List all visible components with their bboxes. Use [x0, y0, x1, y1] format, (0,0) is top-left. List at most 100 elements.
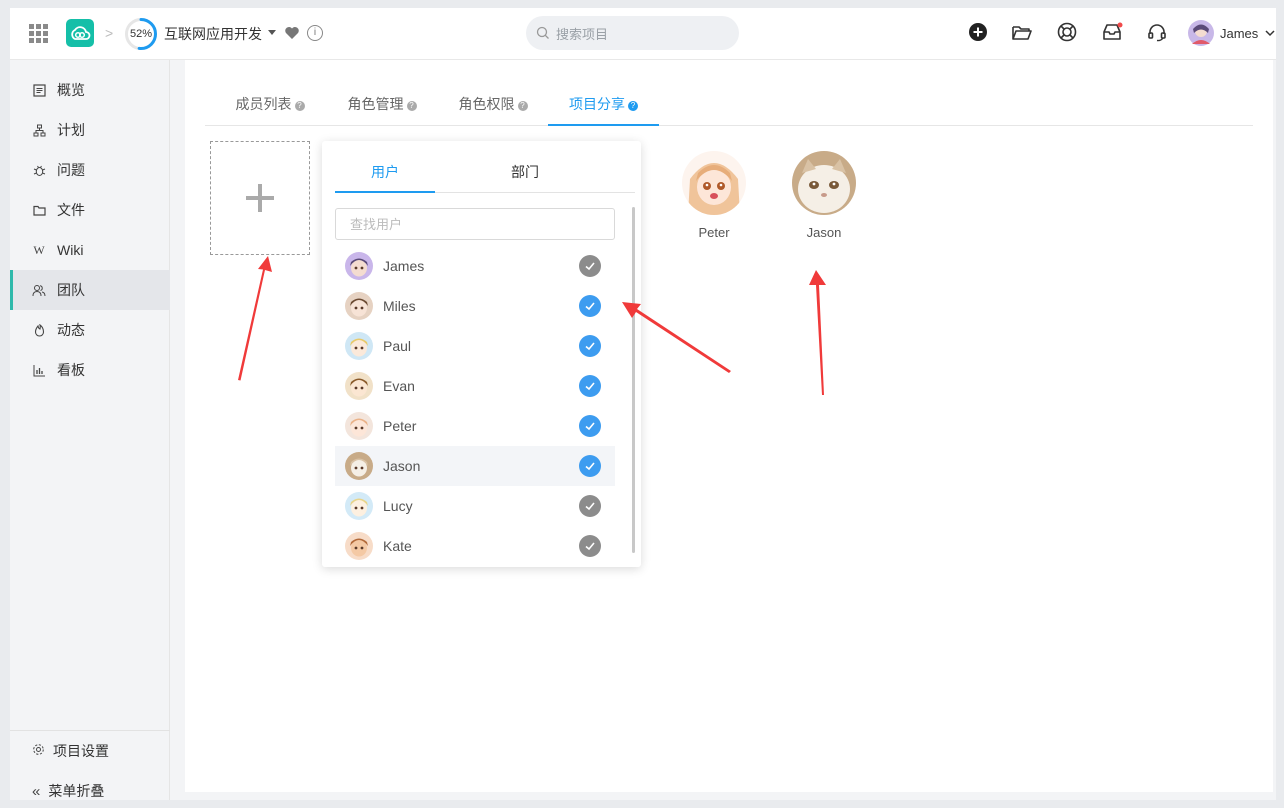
bug-icon [32, 163, 46, 177]
plus-circle-icon[interactable] [967, 21, 989, 43]
sidebar-item-label: 文件 [57, 202, 85, 218]
avatar [345, 332, 373, 360]
chevron-right-icon: > [105, 25, 114, 41]
check-circle-icon[interactable] [579, 255, 601, 277]
sidebar-item-files[interactable]: 文件 [10, 190, 170, 230]
check-circle-icon[interactable] [579, 335, 601, 357]
check-circle-icon[interactable] [579, 535, 601, 557]
user-option-jason[interactable]: Jason [335, 446, 615, 486]
tab-role-management[interactable]: 角色管理? [335, 90, 429, 126]
member-name: Jason [806, 225, 842, 240]
check-circle-icon[interactable] [579, 455, 601, 477]
sidebar-item-label: Wiki [57, 242, 84, 258]
tab-label: 项目分享 [569, 96, 625, 112]
lifebuoy-icon[interactable] [1056, 21, 1078, 43]
help-icon: ? [517, 101, 528, 111]
avatar [345, 372, 373, 400]
search-icon [536, 26, 549, 39]
avatar [345, 492, 373, 520]
sidebar-item-label: 动态 [57, 322, 85, 338]
tab-role-permissions[interactable]: 角色权限? [446, 90, 540, 126]
help-icon: ? [294, 101, 305, 111]
app-window: > 52% 互联网应用开发 i 搜索项目 James 概览 计划 问题 文件 W… [10, 8, 1276, 800]
heart-icon[interactable] [284, 25, 300, 41]
user-option-paul[interactable]: Paul [335, 326, 615, 366]
user-option-name: Paul [383, 338, 412, 354]
sidebar-item-activity[interactable]: 动态 [10, 310, 170, 350]
plan-icon [32, 123, 46, 137]
member-card-peter[interactable]: Peter [674, 151, 754, 240]
sidebar-item-overview[interactable]: 概览 [10, 70, 170, 110]
user-option-miles[interactable]: Miles [335, 286, 615, 326]
tab-member-list[interactable]: 成员列表? [223, 90, 317, 126]
sidebar-item-label: 问题 [57, 162, 85, 178]
project-name[interactable]: 互联网应用开发 [164, 24, 262, 44]
sidebar-item-issues[interactable]: 问题 [10, 150, 170, 190]
apps-grid-icon[interactable] [29, 24, 48, 43]
headset-icon[interactable] [1146, 21, 1168, 43]
tab-label: 角色管理 [347, 96, 404, 112]
main-panel: 成员列表? 角色管理? 角色权限? 项目分享? Peter Jason 用户 部… [185, 60, 1273, 792]
gear-icon [32, 743, 45, 759]
user-option-peter[interactable]: Peter [335, 406, 615, 446]
user-menu[interactable]: James [1188, 20, 1276, 46]
user-option-name: Kate [383, 538, 412, 554]
info-icon[interactable]: i [307, 25, 323, 41]
chevron-down-icon [1265, 30, 1275, 37]
project-settings-label: 项目设置 [53, 743, 109, 759]
sidebar-item-label: 计划 [57, 122, 85, 138]
folder-icon [32, 203, 46, 217]
check-circle-icon[interactable] [579, 495, 601, 517]
top-header: > 52% 互联网应用开发 i 搜索项目 James [10, 8, 1276, 60]
sidebar-item-label: 概览 [57, 82, 85, 98]
popover-tab-bar: 用户 部门 [335, 157, 635, 193]
add-member-button[interactable] [210, 141, 310, 255]
sidebar: 概览 计划 问题 文件 W Wiki 团队 动态 看板 项目设置 « 菜单折叠 [10, 60, 170, 800]
sidebar-footer: 项目设置 « 菜单折叠 [10, 730, 170, 800]
user-option-lucy[interactable]: Lucy [335, 486, 615, 526]
avatar [792, 151, 856, 215]
progress-text: 52% [129, 28, 153, 40]
tab-departments[interactable]: 部门 [475, 157, 575, 193]
scrollbar[interactable] [632, 207, 635, 553]
sidebar-item-label: 团队 [57, 282, 85, 298]
folder-open-icon[interactable] [1011, 21, 1033, 43]
tab-bar: 成员列表? 角色管理? 角色权限? 项目分享? [205, 90, 1253, 126]
sidebar-item-wiki[interactable]: W Wiki [10, 230, 170, 270]
collapse-menu-label: 菜单折叠 [48, 783, 105, 799]
user-name: James [1220, 25, 1259, 41]
user-option-evan[interactable]: Evan [335, 366, 615, 406]
user-search-input[interactable] [335, 208, 615, 240]
check-circle-icon[interactable] [579, 375, 601, 397]
team-icon [32, 283, 46, 297]
caret-down-icon[interactable] [268, 30, 276, 35]
sidebar-item-board[interactable]: 看板 [10, 350, 170, 390]
avatar [345, 252, 373, 280]
chart-icon [32, 363, 46, 377]
inbox-icon[interactable] [1101, 21, 1123, 43]
tab-label: 成员列表 [235, 96, 292, 112]
sidebar-item-plan[interactable]: 计划 [10, 110, 170, 150]
tab-project-share[interactable]: 项目分享? [548, 90, 659, 126]
avatar [345, 412, 373, 440]
help-icon: ? [628, 101, 638, 111]
user-option-james[interactable]: James [335, 246, 615, 286]
avatar [345, 532, 373, 560]
avatar [345, 452, 373, 480]
overview-icon [32, 83, 46, 97]
avatar [682, 151, 746, 215]
sidebar-item-team[interactable]: 团队 [10, 270, 170, 310]
plus-icon [246, 184, 274, 212]
check-circle-icon[interactable] [579, 415, 601, 437]
check-circle-icon[interactable] [579, 295, 601, 317]
user-option-kate[interactable]: Kate [335, 526, 615, 561]
member-card-jason[interactable]: Jason [784, 151, 864, 240]
avatar [1188, 20, 1214, 46]
search-box[interactable]: 搜索项目 [526, 16, 739, 50]
cloud-logo-icon[interactable] [66, 19, 94, 47]
user-list: James Miles Paul Evan Peter Jason Lucy Kate [335, 245, 615, 561]
project-settings-button[interactable]: 项目设置 [10, 731, 170, 771]
collapse-menu-button[interactable]: « 菜单折叠 [10, 771, 170, 800]
user-option-name: James [383, 258, 425, 274]
tab-users[interactable]: 用户 [335, 157, 435, 193]
